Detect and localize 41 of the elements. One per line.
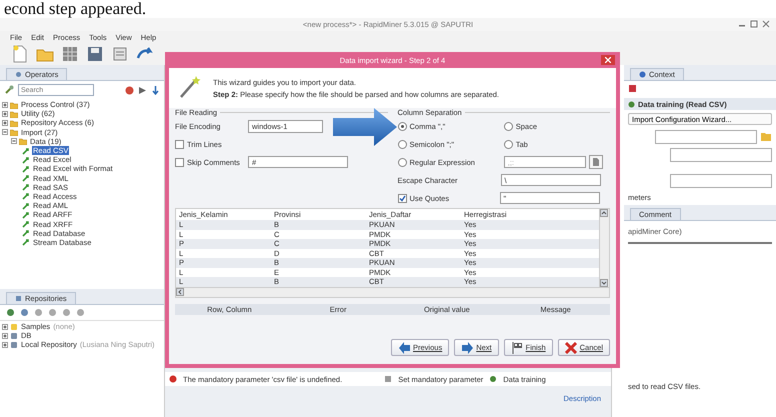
radio-button[interactable] — [504, 140, 513, 148]
radio-button[interactable] — [398, 122, 406, 130]
text-field[interactable] — [670, 174, 772, 188]
grid-icon[interactable] — [60, 44, 80, 64]
expand-icon[interactable] — [2, 102, 8, 108]
vertical-scrollbar[interactable] — [599, 209, 609, 286]
flag-icon — [510, 342, 523, 354]
checkbox[interactable] — [175, 158, 184, 166]
radio-button[interactable] — [504, 122, 513, 130]
error-icon — [169, 375, 177, 383]
sort-icon[interactable] — [151, 86, 160, 94]
expand-icon[interactable] — [2, 342, 8, 348]
magic-wand-icon — [179, 75, 201, 99]
radio-button[interactable] — [398, 140, 406, 148]
collapse-icon[interactable] — [2, 129, 8, 136]
close-icon — [605, 57, 611, 63]
checkbox[interactable] — [398, 194, 406, 202]
cross-icon — [564, 342, 577, 354]
scroll-left-icon[interactable] — [176, 288, 184, 296]
close-icon[interactable] — [762, 20, 770, 28]
radio-button[interactable] — [398, 158, 406, 166]
expand-icon[interactable] — [2, 120, 8, 126]
document-text: econd step appeared. — [4, 0, 146, 18]
text-field[interactable] — [655, 130, 757, 144]
scroll-down-icon[interactable] — [600, 278, 608, 286]
expand-icon[interactable] — [2, 332, 8, 339]
check-icon — [398, 194, 406, 202]
play-icon[interactable] — [138, 86, 147, 94]
maximize-icon[interactable] — [750, 20, 758, 28]
checkbox[interactable] — [175, 140, 184, 148]
file-button[interactable] — [588, 155, 603, 169]
document-icon — [592, 158, 600, 166]
text-field[interactable] — [670, 148, 772, 162]
forward-arrow-icon — [461, 342, 474, 354]
expand-icon[interactable] — [2, 324, 8, 330]
collapse-icon[interactable] — [11, 138, 17, 144]
scroll-up-icon[interactable] — [600, 209, 608, 217]
back-arrow-icon — [398, 342, 410, 354]
close-button[interactable] — [601, 55, 615, 65]
callout-arrow — [332, 107, 398, 147]
expand-icon[interactable] — [2, 110, 8, 117]
